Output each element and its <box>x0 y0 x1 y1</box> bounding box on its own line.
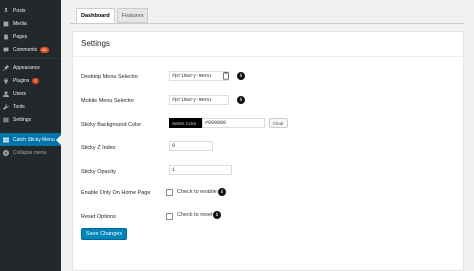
sidebar-item-label: Settings <box>13 117 32 123</box>
z-index-input[interactable]: 9 <box>169 141 213 151</box>
mobile-menu-label: Mobile Menu Selector <box>81 98 135 104</box>
select-color-button[interactable]: Select Color <box>169 118 202 128</box>
info-icon[interactable]: i <box>213 211 221 219</box>
home-page-label: Enable Only On Home Page <box>81 190 151 196</box>
comments-icon <box>3 47 9 53</box>
active-item-arrow <box>56 135 61 145</box>
sidebar-item-catch-sticky-menu[interactable]: Catch Sticky Menu <box>0 133 61 146</box>
sidebar-item-label: Users <box>13 91 27 97</box>
mobile-menu-input[interactable]: #primary-menu <box>169 95 229 105</box>
panel-title: Settings <box>81 39 110 48</box>
sidebar-item-label: Posts <box>13 8 26 14</box>
background-color-label: Sticky Background Color <box>81 122 142 128</box>
users-icon <box>3 91 9 97</box>
sidebar-item-settings[interactable]: Settings <box>0 115 61 125</box>
sidebar-item-tools[interactable]: Tools <box>0 102 61 112</box>
wrench-icon <box>3 104 9 110</box>
sidebar-item-label: Pages <box>13 34 28 40</box>
z-index-label: Sticky Z Index <box>81 145 116 151</box>
settings-panel: Settings Desktop Menu Selector #primary-… <box>72 31 465 271</box>
tab-features[interactable]: Features <box>116 8 149 23</box>
background-color-input[interactable]: #000000 <box>202 118 265 128</box>
collapse-menu-button[interactable]: Collapse menu <box>0 148 61 158</box>
sidebar-separator <box>0 58 61 59</box>
save-changes-button[interactable]: Save Changes <box>81 228 128 240</box>
pages-icon <box>3 34 9 40</box>
desktop-menu-label: Desktop Menu Selector <box>81 74 139 80</box>
sidebar-item-label: Tools <box>13 104 25 110</box>
home-page-check-label: Check to enable <box>177 189 217 195</box>
reset-check-label: Check to reset <box>177 212 213 218</box>
reset-options-label: Reset Options <box>81 214 116 220</box>
sidebar-item-media[interactable]: Media <box>0 19 61 29</box>
plugin-icon <box>3 78 9 84</box>
menu-icon <box>3 137 9 143</box>
pin-icon <box>3 8 9 14</box>
clear-color-button[interactable]: Clear <box>269 118 288 128</box>
tab-bar: Dashboard Features <box>76 8 149 23</box>
tab-divider <box>70 23 464 24</box>
tab-dashboard[interactable]: Dashboard <box>76 8 115 23</box>
sidebar-item-label: Plugins <box>13 78 30 84</box>
sidebar-item-label: Comments <box>13 47 38 53</box>
comments-count-badge: 62 <box>40 47 49 53</box>
sidebar-item-label: Catch Sticky Menu <box>13 136 55 143</box>
sidebar-item-label: Appearance <box>13 65 40 71</box>
clipboard-icon[interactable] <box>222 72 230 80</box>
desktop-menu-input[interactable]: #primary-menu <box>169 71 229 81</box>
plugins-count-badge: 1 <box>32 78 39 84</box>
settings-icon <box>3 117 9 123</box>
sidebar-item-label: Media <box>13 21 27 27</box>
brush-icon <box>3 65 9 71</box>
sidebar-item-users[interactable]: Users <box>0 89 61 99</box>
opacity-input[interactable]: 1 <box>169 165 232 175</box>
sidebar-item-appearance[interactable]: Appearance <box>0 63 61 73</box>
opacity-label: Sticky Opacity <box>81 169 116 175</box>
sidebar-item-plugins[interactable]: Plugins 1 <box>0 76 61 86</box>
info-icon[interactable]: i <box>237 72 245 80</box>
info-icon[interactable]: i <box>237 96 245 104</box>
panel-divider <box>73 56 465 57</box>
sidebar-item-pages[interactable]: Pages <box>0 32 61 42</box>
collapse-icon <box>3 150 9 156</box>
home-page-checkbox[interactable] <box>166 189 173 196</box>
sidebar-item-comments[interactable]: Comments 62 <box>0 45 61 55</box>
admin-sidebar: Posts Media Pages Comments 62 Appearance… <box>0 0 61 271</box>
sidebar-item-posts[interactable]: Posts <box>0 6 61 16</box>
reset-checkbox[interactable] <box>166 213 173 220</box>
media-icon <box>3 21 9 27</box>
info-icon[interactable]: i <box>218 188 226 196</box>
sidebar-item-label: Collapse menu <box>13 150 47 156</box>
